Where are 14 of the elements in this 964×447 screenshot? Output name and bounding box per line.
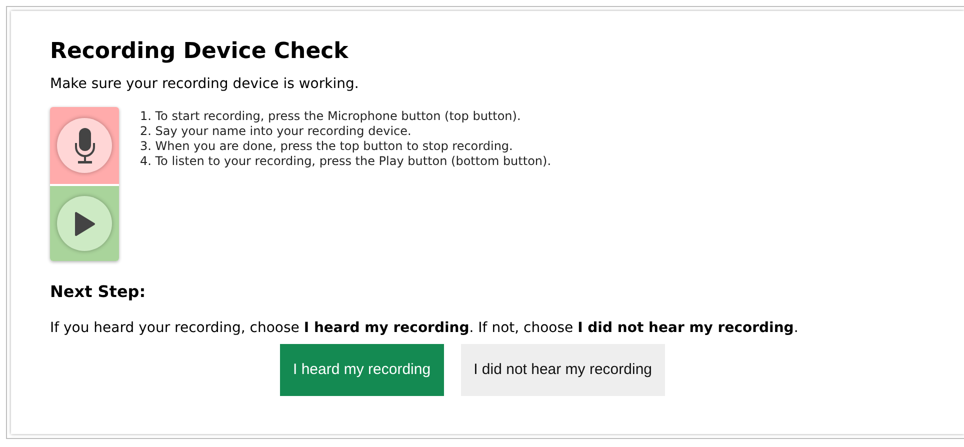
instruction-step: 4. To listen to your recording, press the Play button (bottom button).: [140, 154, 552, 169]
page-title: Recording Device Check: [50, 38, 348, 66]
instruction-step: 3. When you are done, press the top button to stop recording.: [140, 139, 513, 154]
record-button[interactable]: [57, 118, 112, 173]
play-icon: [74, 210, 96, 236]
confirm-button[interactable]: I heard my recording: [280, 344, 444, 396]
section-heading: Next Step:: [50, 281, 146, 303]
instruction-text: If you heard your recording, choose I heard my recording. If not, choose I did not hear my recording.: [50, 319, 798, 338]
play-button[interactable]: [57, 196, 112, 251]
microphone-icon: [74, 128, 94, 164]
decline-button[interactable]: I did not hear my recording: [460, 344, 666, 396]
instruction-step: 1. To start recording, press the Microphone button (top button).: [140, 109, 521, 124]
instruction-step: 2. Say your name into your recording device.: [140, 124, 412, 139]
subtitle: Make sure your recording device is working.: [50, 75, 359, 94]
